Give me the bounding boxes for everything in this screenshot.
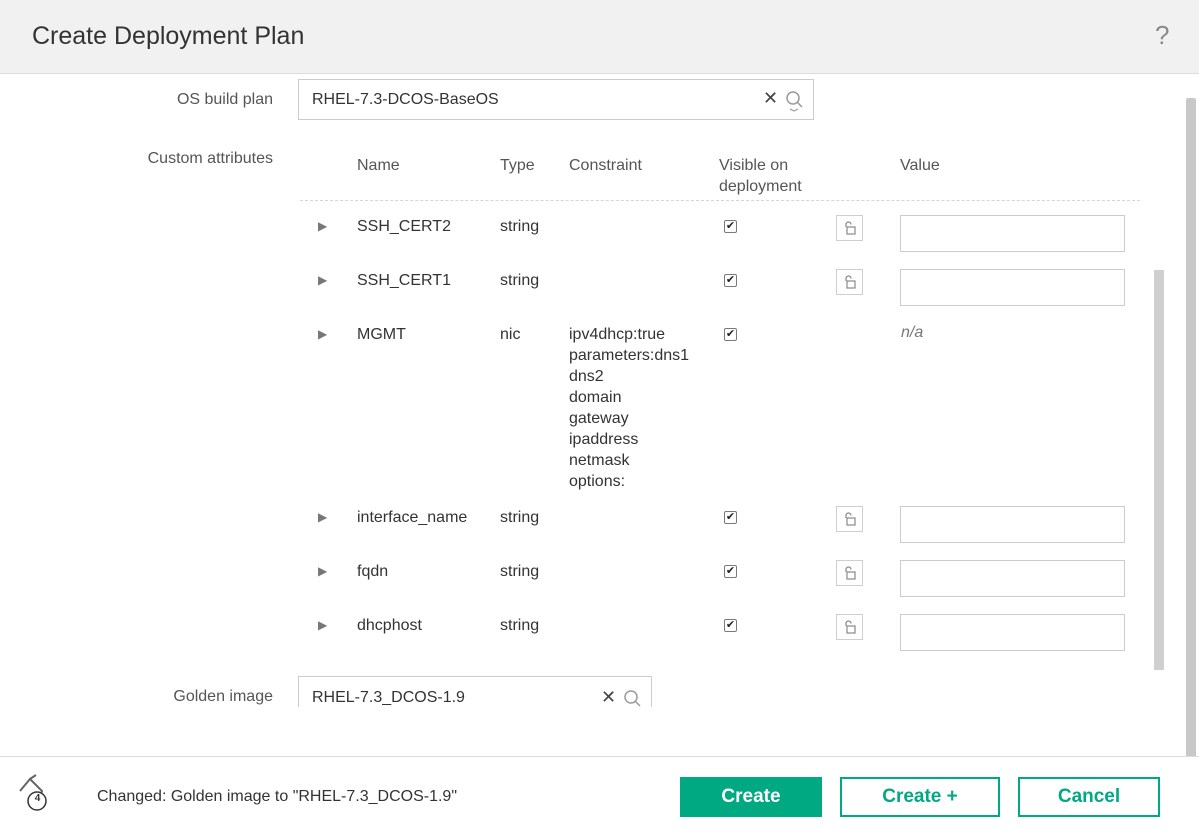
attribute-value-input[interactable]	[900, 506, 1125, 543]
os-build-plan-combobox[interactable]: RHEL-7.3-DCOS-BaseOS ✕	[298, 79, 814, 120]
os-build-plan-value: RHEL-7.3-DCOS-BaseOS	[312, 91, 499, 108]
expand-row-icon[interactable]: ▶	[318, 510, 327, 524]
dialog-footer: 4 Changed: Golden image to "RHEL-7.3_DCO…	[0, 756, 1199, 830]
unlock-icon	[845, 221, 856, 235]
unlock-button[interactable]	[836, 560, 863, 586]
attribute-name: SSH_CERT2	[357, 218, 451, 235]
visible-checkbox[interactable]: ✔	[724, 511, 737, 524]
dialog-title: Create Deployment Plan	[32, 22, 305, 50]
help-icon[interactable]: ?	[1155, 20, 1169, 51]
attribute-value-input[interactable]	[900, 560, 1125, 597]
visible-checkbox[interactable]: ✔	[724, 328, 737, 341]
attributes-scrollbar[interactable]	[1154, 270, 1164, 670]
constraint-line: domain	[569, 389, 622, 406]
unlock-button[interactable]	[836, 614, 863, 640]
expand-row-icon[interactable]: ▶	[318, 618, 327, 632]
custom-attributes-label: Custom attributes	[147, 150, 273, 167]
visible-checkbox[interactable]: ✔	[724, 274, 737, 287]
column-header-visible[interactable]: Visible on deployment	[719, 155, 802, 197]
unlock-button[interactable]	[836, 506, 863, 532]
visible-checkbox[interactable]: ✔	[724, 619, 737, 632]
column-header-visible-line1: Visible on	[719, 157, 789, 174]
attribute-name: interface_name	[357, 509, 468, 526]
attribute-name: MGMT	[357, 326, 406, 343]
expand-row-icon[interactable]: ▶	[318, 219, 327, 233]
attribute-name: SSH_CERT1	[357, 272, 451, 289]
table-header-divider	[300, 200, 1140, 201]
attribute-constraint: ipv4dhcp:true parameters:dns1 dns2 domai…	[569, 324, 689, 492]
attribute-type: string	[500, 563, 540, 580]
clear-icon[interactable]: ✕	[601, 687, 616, 707]
visible-checkbox[interactable]: ✔	[724, 220, 737, 233]
attribute-value-input[interactable]	[900, 215, 1125, 252]
create-button[interactable]: Create	[680, 777, 822, 817]
column-header-type[interactable]: Type	[500, 155, 535, 176]
constraint-line: dns2	[569, 368, 604, 385]
constraint-line: gateway	[569, 410, 629, 427]
constraint-line: options:	[569, 473, 626, 490]
expand-row-icon[interactable]: ▶	[318, 327, 327, 341]
dialog-header: Create Deployment Plan ?	[0, 0, 1199, 74]
golden-image-label: Golden image	[173, 688, 273, 705]
attribute-value-na: n/a	[901, 324, 924, 341]
unlock-button[interactable]	[836, 269, 863, 295]
cancel-button[interactable]: Cancel	[1018, 777, 1160, 817]
golden-image-value: RHEL-7.3_DCOS-1.9	[312, 689, 465, 706]
unlock-icon	[845, 275, 856, 289]
column-header-constraint[interactable]: Constraint	[569, 155, 642, 176]
attribute-type: string	[500, 509, 540, 526]
unlock-icon	[845, 566, 856, 580]
column-header-visible-line2: deployment	[719, 178, 802, 195]
constraint-line: parameters:dns1	[569, 347, 690, 364]
column-header-name[interactable]: Name	[357, 155, 400, 176]
unlock-icon	[845, 620, 856, 634]
attribute-type: nic	[500, 326, 521, 343]
expand-row-icon[interactable]: ▶	[318, 273, 327, 287]
visible-checkbox[interactable]: ✔	[724, 565, 737, 578]
attribute-type: string	[500, 617, 540, 634]
notification-count: 4	[34, 793, 41, 804]
unlock-button[interactable]	[836, 215, 863, 241]
constraint-line: netmask	[569, 452, 630, 469]
status-message: Changed: Golden image to "RHEL-7.3_DCOS-…	[97, 788, 457, 805]
search-icon[interactable]	[623, 689, 643, 707]
create-plus-button[interactable]: Create +	[840, 777, 1000, 817]
attribute-value-input[interactable]	[900, 614, 1125, 651]
attribute-name: dhcphost	[357, 617, 422, 634]
expand-row-icon[interactable]: ▶	[318, 564, 327, 578]
attribute-type: string	[500, 272, 540, 289]
os-build-plan-label: OS build plan	[176, 91, 273, 108]
attribute-value-input[interactable]	[900, 269, 1125, 306]
constraint-line: ipv4dhcp:true	[569, 326, 666, 343]
constraint-line: ipaddress	[569, 431, 639, 448]
attribute-type: string	[500, 218, 540, 235]
clear-icon[interactable]: ✕	[763, 88, 778, 109]
dialog-scrollbar[interactable]	[1186, 98, 1196, 758]
column-header-value[interactable]: Value	[900, 155, 940, 176]
golden-image-combobox[interactable]: RHEL-7.3_DCOS-1.9 ✕	[298, 676, 652, 707]
attribute-name: fqdn	[357, 563, 389, 580]
notification-icon[interactable]: 4	[16, 773, 56, 813]
search-icon[interactable]	[785, 90, 805, 112]
unlock-icon	[845, 512, 856, 526]
